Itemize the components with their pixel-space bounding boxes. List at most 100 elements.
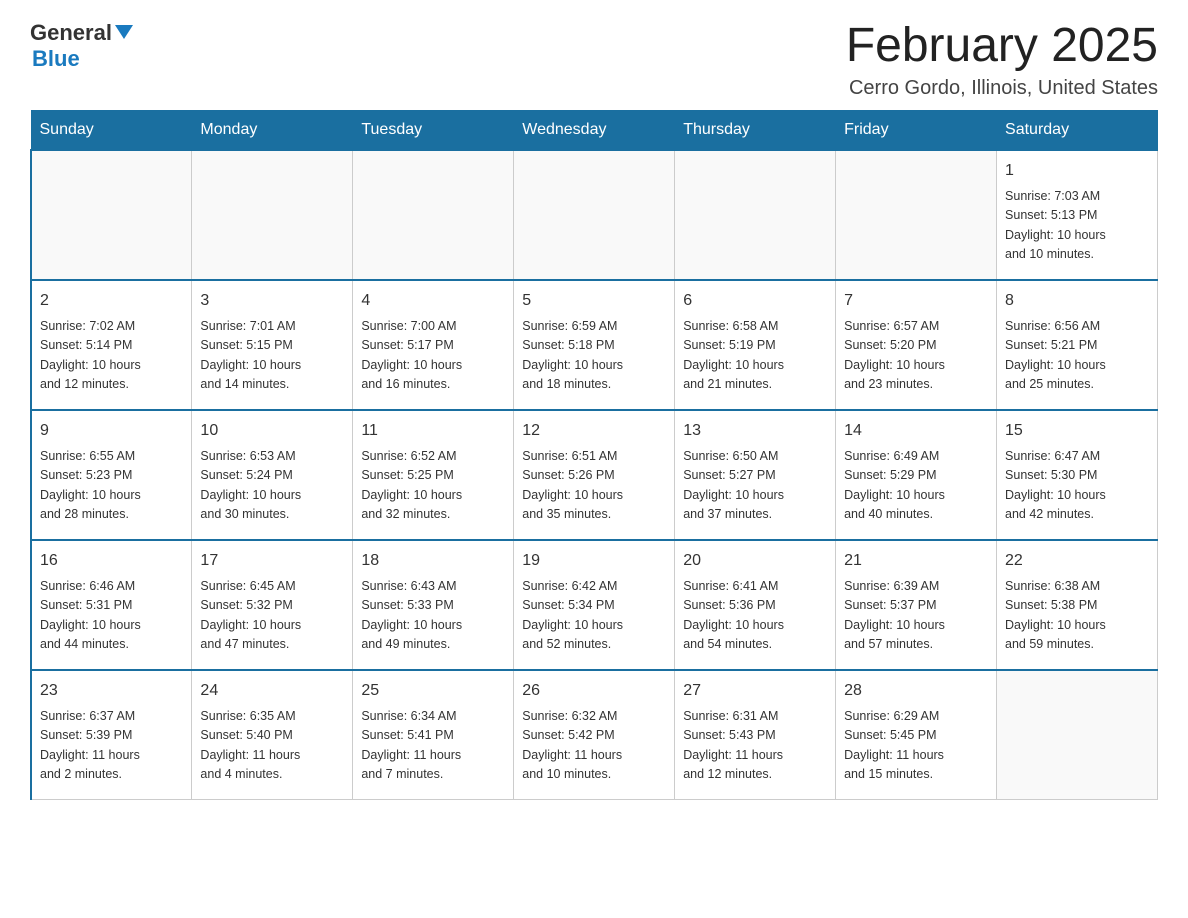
day-number: 17 <box>200 549 344 573</box>
day-number: 15 <box>1005 419 1149 443</box>
day-info: Sunrise: 6:58 AM Sunset: 5:19 PM Dayligh… <box>683 317 827 395</box>
day-info: Sunrise: 6:57 AM Sunset: 5:20 PM Dayligh… <box>844 317 988 395</box>
calendar-cell: 27 Sunrise: 6:31 AM Sunset: 5:43 PM Dayli… <box>675 670 836 800</box>
day-info: Sunrise: 6:51 AM Sunset: 5:26 PM Dayligh… <box>522 447 666 525</box>
weekday-header-wednesday: Wednesday <box>514 110 675 150</box>
calendar-cell: 28Sunrise: 6:29 AM Sunset: 5:45 PM Dayli… <box>836 670 997 800</box>
calendar-cell: 4 Sunrise: 7:00 AM Sunset: 5:17 PM Daylig… <box>353 280 514 410</box>
day-number: 5 <box>522 289 666 313</box>
day-number: 18 <box>361 549 505 573</box>
day-info: Sunrise: 6:53 AM Sunset: 5:24 PM Dayligh… <box>200 447 344 525</box>
weekday-header-thursday: Thursday <box>675 110 836 150</box>
calendar-cell <box>192 150 353 280</box>
calendar-cell: 1 Sunrise: 7:03 AM Sunset: 5:13 PM Daylig… <box>997 150 1158 280</box>
calendar-cell: 17Sunrise: 6:45 AM Sunset: 5:32 PM Dayli… <box>192 540 353 670</box>
calendar-cell: 12 Sunrise: 6:51 AM Sunset: 5:26 PM Dayli… <box>514 410 675 540</box>
calendar-cell: 24 Sunrise: 6:35 AM Sunset: 5:40 PM Dayli… <box>192 670 353 800</box>
day-info: Sunrise: 6:49 AM Sunset: 5:29 PM Dayligh… <box>844 447 988 525</box>
page-header: General Blue February 2025 Cerro Gordo, … <box>30 20 1158 100</box>
calendar-cell: 14 Sunrise: 6:49 AM Sunset: 5:29 PM Dayli… <box>836 410 997 540</box>
calendar-cell <box>675 150 836 280</box>
logo-general-text: General <box>30 20 112 46</box>
day-number: 10 <box>200 419 344 443</box>
day-info: Sunrise: 6:46 AM Sunset: 5:31 PM Dayligh… <box>40 577 183 655</box>
day-info: Sunrise: 7:00 AM Sunset: 5:17 PM Dayligh… <box>361 317 505 395</box>
day-number: 1 <box>1005 159 1149 183</box>
day-number: 14 <box>844 419 988 443</box>
day-info: Sunrise: 7:01 AM Sunset: 5:15 PM Dayligh… <box>200 317 344 395</box>
location-text: Cerro Gordo, Illinois, United States <box>846 77 1158 100</box>
day-number: 27 <box>683 679 827 703</box>
weekday-header-saturday: Saturday <box>997 110 1158 150</box>
day-number: 21 <box>844 549 988 573</box>
day-info: Sunrise: 7:03 AM Sunset: 5:13 PM Dayligh… <box>1005 187 1149 265</box>
day-info: Sunrise: 6:42 AM Sunset: 5:34 PM Dayligh… <box>522 577 666 655</box>
calendar-cell: 18 Sunrise: 6:43 AM Sunset: 5:33 PM Dayli… <box>353 540 514 670</box>
day-info: Sunrise: 6:52 AM Sunset: 5:25 PM Dayligh… <box>361 447 505 525</box>
day-number: 4 <box>361 289 505 313</box>
day-info: Sunrise: 6:41 AM Sunset: 5:36 PM Dayligh… <box>683 577 827 655</box>
calendar-cell: 8 Sunrise: 6:56 AM Sunset: 5:21 PM Daylig… <box>997 280 1158 410</box>
day-info: Sunrise: 6:31 AM Sunset: 5:43 PM Dayligh… <box>683 707 827 785</box>
calendar-cell: 22 Sunrise: 6:38 AM Sunset: 5:38 PM Dayli… <box>997 540 1158 670</box>
day-number: 26 <box>522 679 666 703</box>
calendar-week-row: 9Sunrise: 6:55 AM Sunset: 5:23 PM Daylig… <box>31 410 1158 540</box>
calendar-cell: 2 Sunrise: 7:02 AM Sunset: 5:14 PM Daylig… <box>31 280 192 410</box>
calendar-cell: 13Sunrise: 6:50 AM Sunset: 5:27 PM Dayli… <box>675 410 836 540</box>
logo: General Blue <box>30 20 133 72</box>
day-info: Sunrise: 6:29 AM Sunset: 5:45 PM Dayligh… <box>844 707 988 785</box>
day-number: 23 <box>40 679 183 703</box>
calendar-cell <box>31 150 192 280</box>
day-info: Sunrise: 6:56 AM Sunset: 5:21 PM Dayligh… <box>1005 317 1149 395</box>
day-number: 7 <box>844 289 988 313</box>
day-number: 8 <box>1005 289 1149 313</box>
weekday-header-row: SundayMondayTuesdayWednesdayThursdayFrid… <box>31 110 1158 150</box>
month-title: February 2025 <box>846 20 1158 73</box>
day-number: 16 <box>40 549 183 573</box>
day-info: Sunrise: 6:37 AM Sunset: 5:39 PM Dayligh… <box>40 707 183 785</box>
calendar-week-row: 1 Sunrise: 7:03 AM Sunset: 5:13 PM Daylig… <box>31 150 1158 280</box>
calendar-cell: 16 Sunrise: 6:46 AM Sunset: 5:31 PM Dayli… <box>31 540 192 670</box>
day-info: Sunrise: 6:34 AM Sunset: 5:41 PM Dayligh… <box>361 707 505 785</box>
calendar-cell: 10 Sunrise: 6:53 AM Sunset: 5:24 PM Dayli… <box>192 410 353 540</box>
calendar-cell: 15 Sunrise: 6:47 AM Sunset: 5:30 PM Dayli… <box>997 410 1158 540</box>
day-number: 6 <box>683 289 827 313</box>
logo-blue-text: Blue <box>32 46 80 71</box>
calendar-cell <box>836 150 997 280</box>
calendar-cell: 3 Sunrise: 7:01 AM Sunset: 5:15 PM Daylig… <box>192 280 353 410</box>
title-area: February 2025 Cerro Gordo, Illinois, Uni… <box>846 20 1158 100</box>
calendar-week-row: 23 Sunrise: 6:37 AM Sunset: 5:39 PM Dayli… <box>31 670 1158 800</box>
day-number: 12 <box>522 419 666 443</box>
day-number: 2 <box>40 289 183 313</box>
weekday-header-sunday: Sunday <box>31 110 192 150</box>
day-info: Sunrise: 6:39 AM Sunset: 5:37 PM Dayligh… <box>844 577 988 655</box>
day-number: 13 <box>683 419 827 443</box>
calendar-cell: 11Sunrise: 6:52 AM Sunset: 5:25 PM Dayli… <box>353 410 514 540</box>
day-number: 24 <box>200 679 344 703</box>
day-info: Sunrise: 6:38 AM Sunset: 5:38 PM Dayligh… <box>1005 577 1149 655</box>
day-info: Sunrise: 7:02 AM Sunset: 5:14 PM Dayligh… <box>40 317 183 395</box>
day-number: 20 <box>683 549 827 573</box>
calendar-week-row: 2 Sunrise: 7:02 AM Sunset: 5:14 PM Daylig… <box>31 280 1158 410</box>
calendar-cell: 6 Sunrise: 6:58 AM Sunset: 5:19 PM Daylig… <box>675 280 836 410</box>
calendar-cell: 19Sunrise: 6:42 AM Sunset: 5:34 PM Dayli… <box>514 540 675 670</box>
calendar-table: SundayMondayTuesdayWednesdayThursdayFrid… <box>30 110 1158 801</box>
day-number: 22 <box>1005 549 1149 573</box>
weekday-header-friday: Friday <box>836 110 997 150</box>
calendar-cell: 20 Sunrise: 6:41 AM Sunset: 5:36 PM Dayli… <box>675 540 836 670</box>
logo-triangle-icon <box>115 25 133 44</box>
day-number: 25 <box>361 679 505 703</box>
day-info: Sunrise: 6:59 AM Sunset: 5:18 PM Dayligh… <box>522 317 666 395</box>
day-info: Sunrise: 6:35 AM Sunset: 5:40 PM Dayligh… <box>200 707 344 785</box>
day-number: 9 <box>40 419 183 443</box>
day-number: 3 <box>200 289 344 313</box>
calendar-week-row: 16 Sunrise: 6:46 AM Sunset: 5:31 PM Dayli… <box>31 540 1158 670</box>
weekday-header-monday: Monday <box>192 110 353 150</box>
day-info: Sunrise: 6:43 AM Sunset: 5:33 PM Dayligh… <box>361 577 505 655</box>
calendar-cell <box>514 150 675 280</box>
day-info: Sunrise: 6:32 AM Sunset: 5:42 PM Dayligh… <box>522 707 666 785</box>
calendar-cell: 25 Sunrise: 6:34 AM Sunset: 5:41 PM Dayli… <box>353 670 514 800</box>
calendar-cell: 21 Sunrise: 6:39 AM Sunset: 5:37 PM Dayli… <box>836 540 997 670</box>
calendar-cell: 23 Sunrise: 6:37 AM Sunset: 5:39 PM Dayli… <box>31 670 192 800</box>
day-info: Sunrise: 6:47 AM Sunset: 5:30 PM Dayligh… <box>1005 447 1149 525</box>
